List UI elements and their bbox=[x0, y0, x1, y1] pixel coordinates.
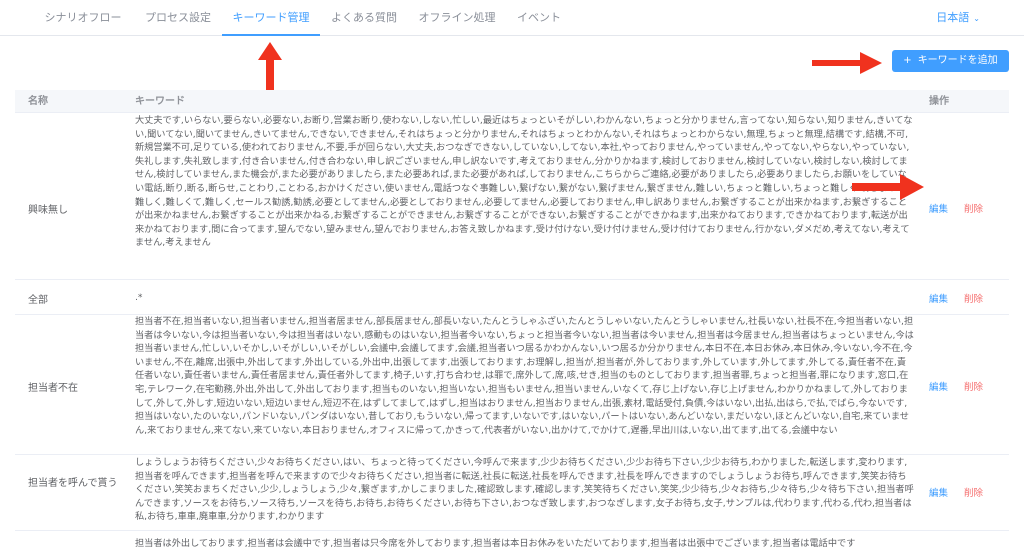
table-row: 興味無し 大丈夫です,いらない,要らない,必要ない,お断り,営業お断り,使わない… bbox=[15, 113, 1009, 280]
edit-button[interactable]: 編集 bbox=[929, 201, 948, 215]
row-name: 担当者不在 bbox=[28, 383, 78, 394]
tab-events[interactable]: イベント bbox=[506, 0, 572, 36]
annotation-arrow-up-icon bbox=[258, 42, 282, 90]
add-keyword-label: キーワードを追加 bbox=[917, 55, 998, 66]
header-keyword: キーワード bbox=[135, 96, 185, 107]
language-label: 日本語 bbox=[936, 11, 970, 24]
delete-button[interactable]: 削除 bbox=[964, 291, 983, 305]
top-nav-bar: シナリオフロー プロセス設定 キーワード管理 よくある質問 オフライン処理 イベ… bbox=[0, 0, 1024, 36]
tab-offline-processing[interactable]: オフライン処理 bbox=[408, 0, 506, 36]
table-row: 担当者は外出しております,担当者は会議中です,担当者は只今席を外しております,担… bbox=[15, 531, 1009, 551]
tab-process-settings[interactable]: プロセス設定 bbox=[134, 0, 222, 36]
language-selector[interactable]: 日本語 ⌄ bbox=[936, 0, 980, 36]
table-row: 担当者不在 担当者不在,担当者いない,担当者いません,担当者居ません,部長居ませ… bbox=[15, 315, 1009, 455]
row-keywords: .* bbox=[135, 292, 143, 303]
table-row: 担当者を呼んで貰う しょうしょうお待ちください,少々お待ちください,はい、ちょっ… bbox=[15, 455, 1009, 531]
row-name: 興味無し bbox=[28, 205, 68, 216]
row-keywords: しょうしょうお待ちください,少々お待ちください,はい、ちょっと待ってください,今… bbox=[135, 457, 914, 523]
row-keywords: 担当者は外出しております,担当者は会議中です,担当者は只今席を外しております,担… bbox=[135, 538, 856, 549]
add-keyword-button[interactable]: + キーワードを追加 bbox=[892, 50, 1009, 72]
header-actions: 操作 bbox=[929, 96, 949, 107]
delete-button[interactable]: 削除 bbox=[964, 379, 983, 393]
chevron-down-icon: ⌄ bbox=[973, 14, 980, 23]
row-name: 全部 bbox=[28, 295, 48, 306]
edit-button[interactable]: 編集 bbox=[929, 379, 948, 393]
edit-button[interactable]: 編集 bbox=[929, 291, 948, 305]
row-keywords: 担当者不在,担当者いない,担当者いません,担当者居ません,部長居ません,部長いな… bbox=[135, 316, 914, 436]
delete-button[interactable]: 削除 bbox=[964, 201, 983, 215]
header-name: 名称 bbox=[28, 96, 48, 107]
tab-scenario-flow[interactable]: シナリオフロー bbox=[32, 0, 134, 36]
tab-keyword-management[interactable]: キーワード管理 bbox=[222, 0, 320, 36]
table-row: 全部 .* 編集 削除 bbox=[15, 280, 1009, 315]
annotation-arrow-right-icon bbox=[812, 52, 882, 74]
row-keywords: 大丈夫です,いらない,要らない,必要ない,お断り,営業お断り,使わない,しない,… bbox=[135, 115, 913, 249]
table-header: 名称 キーワード 操作 bbox=[15, 90, 1009, 113]
edit-button[interactable]: 編集 bbox=[929, 485, 948, 499]
keyword-table: 名称 キーワード 操作 興味無し 大丈夫です,いらない,要らない,必要ない,お断… bbox=[15, 90, 1009, 551]
tab-faq[interactable]: よくある質問 bbox=[320, 0, 408, 36]
row-name: 担当者を呼んで貰う bbox=[28, 478, 118, 489]
delete-button[interactable]: 削除 bbox=[964, 485, 983, 499]
plus-icon: + bbox=[903, 55, 912, 66]
